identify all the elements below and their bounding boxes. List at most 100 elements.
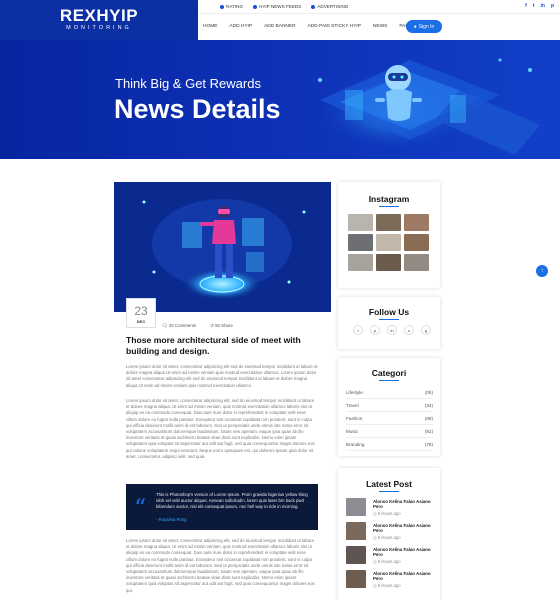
comments-count: 33 Comments bbox=[168, 323, 197, 328]
latest-post-item[interactable]: Alonso Kelina Falao Asiano Pero ◷ 6 Hour… bbox=[346, 498, 434, 520]
nav-add-banner[interactable]: ADD BANNER bbox=[264, 24, 295, 29]
main-nav: HOME ADD HYIP ADD BANNER ADD PAID STICKY… bbox=[198, 14, 560, 40]
post-date: ◷ 6 Hours ago bbox=[373, 535, 401, 540]
date-badge: 23 DEC bbox=[126, 298, 156, 328]
instagram-grid bbox=[348, 214, 429, 271]
facebook-icon[interactable]: f bbox=[525, 3, 527, 9]
linkedin-icon[interactable]: in bbox=[540, 3, 544, 9]
latest-post-widget: Latest Post Alonso Kelina Falao Asiano P… bbox=[338, 468, 440, 600]
google-icon[interactable]: g bbox=[421, 325, 431, 335]
article-paragraph: Lorem ipsum dolor sit amet, consectetur … bbox=[126, 538, 315, 593]
quote-icon: “ bbox=[134, 494, 147, 522]
instagram-widget: Instagram bbox=[338, 182, 440, 288]
post-date: ◷ 6 Hours ago bbox=[373, 511, 401, 516]
hero-banner: Think Big & Get Rewards News Details bbox=[0, 40, 560, 159]
instagram-icon[interactable]: o bbox=[404, 325, 414, 335]
arrow-up-icon: ↑ bbox=[540, 268, 544, 274]
instagram-photo[interactable] bbox=[376, 254, 401, 271]
robot-illustration bbox=[318, 58, 540, 155]
post-date-text: 6 Hours ago bbox=[377, 511, 401, 516]
category-item[interactable]: Lifestyle (05) bbox=[346, 386, 433, 399]
category-name: Music bbox=[346, 428, 358, 434]
latest-post-item[interactable]: Alonso Kelina Falao Asiano Pero ◷ 6 Hour… bbox=[346, 546, 434, 568]
post-title: Alonso Kelina Falao Asiano Pero bbox=[373, 523, 431, 534]
hyip-news-feeds-link[interactable]: HYIP NEWS FEEDS bbox=[253, 4, 301, 9]
post-date-text: 6 Hours ago bbox=[377, 583, 401, 588]
nav-add-hyip[interactable]: ADD HYIP bbox=[229, 24, 252, 29]
nav-add-paid-sticky-hyip[interactable]: ADD PAID STICKY HYIP bbox=[308, 24, 361, 29]
pinterest-icon[interactable]: p bbox=[370, 325, 380, 335]
comments-link[interactable]: 🗨 33 Comments bbox=[162, 323, 196, 329]
rating-link[interactable]: RATING bbox=[220, 4, 243, 9]
clock-icon: ◷ bbox=[373, 511, 377, 516]
linkedin-icon[interactable]: in bbox=[387, 325, 397, 335]
pinterest-icon[interactable]: p bbox=[551, 3, 554, 9]
featured-image bbox=[114, 182, 331, 312]
article-meta: 🗨 33 Comments ↺ 50 Share bbox=[162, 323, 233, 329]
category-count: (34) bbox=[424, 402, 433, 408]
latest-post-item[interactable]: Alonso Kelina Falao Asiano Pero ◷ 6 Hour… bbox=[346, 522, 434, 544]
advertising-link[interactable]: ADVERTISING bbox=[311, 4, 348, 9]
title-underline bbox=[379, 206, 399, 207]
nav-news[interactable]: NEWS bbox=[373, 24, 387, 29]
post-date: ◷ 6 Hours ago bbox=[373, 583, 401, 588]
quote-text: This is Photoshop's version of Lorem Ips… bbox=[156, 492, 308, 510]
logo[interactable]: REXHYIP MONITORING bbox=[0, 0, 198, 40]
sign-in-label: Sign In bbox=[418, 23, 435, 30]
post-thumbnail bbox=[346, 546, 366, 564]
twitter-icon[interactable]: t bbox=[533, 3, 535, 9]
instagram-photo[interactable] bbox=[348, 254, 373, 271]
nav-home[interactable]: HOME bbox=[203, 24, 217, 29]
article-paragraph: Lorem ipsum dolor sit amet, consectetur … bbox=[126, 398, 315, 459]
sign-in-button[interactable]: ● Sign In bbox=[406, 20, 442, 33]
megaphone-icon bbox=[311, 4, 316, 9]
post-title: Alonso Kelina Falao Asiano Pero bbox=[373, 499, 431, 510]
title-underline bbox=[379, 380, 399, 381]
instagram-title: Instagram bbox=[368, 194, 410, 204]
comment-icon: 🗨 bbox=[162, 323, 168, 328]
category-title: Categori bbox=[371, 368, 407, 378]
instagram-photo[interactable] bbox=[348, 234, 373, 251]
news-feeds-label: HYIP NEWS FEEDS bbox=[259, 4, 302, 9]
latest-post-item[interactable]: Alonso Kelina Falao Asiano Pero ◷ 6 Hour… bbox=[346, 570, 434, 592]
blockquote: “ This is Photoshop's version of Lorem I… bbox=[126, 484, 318, 530]
post-thumbnail bbox=[346, 570, 366, 588]
post-thumbnail bbox=[346, 498, 366, 516]
post-date-text: 6 Hours ago bbox=[377, 535, 401, 540]
article-paragraph: Lorem ipsum dolor sit amet, consectetur … bbox=[126, 364, 318, 388]
advertising-label: ADVERTISING bbox=[317, 4, 349, 9]
instagram-photo[interactable] bbox=[348, 214, 373, 231]
post-date: ◷ 6 Hours ago bbox=[373, 559, 401, 564]
post-thumbnail bbox=[346, 522, 366, 540]
top-bar: RATING HYIP NEWS FEEDS ADVERTISING f t i… bbox=[198, 0, 560, 14]
page: REXHYIP MONITORING RATING HYIP NEWS FEED… bbox=[0, 0, 560, 600]
logo-title: REXHYIP bbox=[59, 6, 139, 25]
category-item[interactable]: Branding (78) bbox=[346, 438, 433, 451]
quote-author: - Rosalina Pong bbox=[156, 517, 187, 522]
category-name: Fashion bbox=[346, 415, 363, 421]
category-item[interactable]: Travel (34) bbox=[346, 399, 433, 412]
title-underline bbox=[379, 319, 399, 320]
shares-link[interactable]: ↺ 50 Share bbox=[210, 323, 233, 329]
category-name: Branding bbox=[346, 441, 365, 447]
category-count: (89) bbox=[424, 415, 433, 421]
instagram-photo[interactable] bbox=[404, 254, 429, 271]
scroll-to-top-button[interactable]: ↑ bbox=[536, 265, 548, 277]
date-month: DEC bbox=[136, 319, 146, 324]
instagram-photo[interactable] bbox=[376, 214, 401, 231]
logo-subtitle: MONITORING bbox=[66, 25, 132, 31]
shares-count: 50 Share bbox=[215, 323, 233, 328]
instagram-photo[interactable] bbox=[376, 234, 401, 251]
twitter-icon[interactable]: t bbox=[353, 325, 363, 335]
post-title: Alonso Kelina Falao Asiano Pero bbox=[373, 571, 431, 582]
rating-label: RATING bbox=[226, 4, 244, 9]
category-item[interactable]: Fashion (89) bbox=[346, 412, 433, 425]
category-item[interactable]: Music (92) bbox=[346, 425, 433, 438]
instagram-photo[interactable] bbox=[404, 214, 429, 231]
share-icon: ↺ bbox=[210, 323, 214, 328]
user-icon: ● bbox=[413, 23, 417, 30]
date-day: 23 bbox=[134, 304, 148, 318]
title-underline bbox=[379, 491, 399, 492]
instagram-photo[interactable] bbox=[404, 234, 429, 251]
follow-title: Follow Us bbox=[368, 307, 410, 317]
